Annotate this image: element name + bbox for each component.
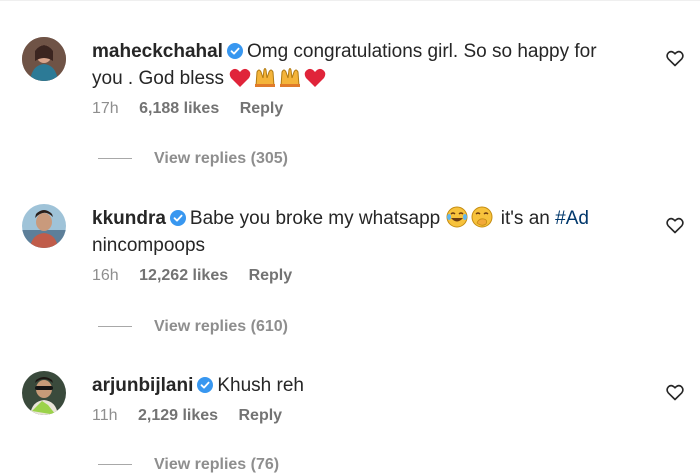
avatar-image [22,371,66,415]
comment-body-line2: nincompoops [92,235,206,256]
replies-divider-line [98,326,132,328]
reply-button[interactable]: Reply [249,267,293,284]
red-heart-icon [230,68,251,87]
verified-badge-icon [226,43,243,59]
praising-hands-icon [280,68,301,87]
avatar-image [22,37,66,81]
username[interactable]: kkundra [92,208,166,229]
comment-meta: 11h 2,129 likes Reply [92,407,640,425]
verified-badge-icon [197,377,214,393]
replies-divider-line [98,158,132,160]
comment-meta: 16h 12,262 likes Reply [92,267,640,285]
comment-body-line1-continued: it's an [500,208,550,229]
comment-text: maheckchahal Omg congratulations girl. So… [92,38,640,92]
tears-of-joy-icon [446,206,468,228]
red-heart-icon [305,68,326,87]
comment-meta: 17h 6,188 likes Reply [92,100,640,118]
comment-body-line2: you . God bless [92,68,225,89]
avatar[interactable] [22,37,66,81]
comment-time: 11h [92,407,118,424]
view-replies-label: View replies (305) [154,150,288,167]
view-replies-label: View replies (76) [154,456,280,473]
likes-count[interactable]: 2,129 likes [138,407,218,424]
smiling-hand-over-mouth-icon [471,206,493,228]
comment-text: kkundra Babe you broke my whatsapp it's a… [92,205,640,259]
praising-hands-icon [255,68,276,87]
comment-body-line1: Babe you broke my whatsapp [189,208,441,229]
hashtag-link[interactable]: #Ad [555,208,589,229]
like-heart-icon[interactable] [666,384,684,401]
avatar[interactable] [22,204,66,248]
avatar[interactable] [22,371,66,415]
view-replies-label: View replies (610) [154,318,288,335]
reply-button[interactable]: Reply [239,407,283,424]
comment-text: arjunbijlani Khush reh [92,372,640,399]
username[interactable]: arjunbijlani [92,375,193,396]
verified-badge-icon [169,210,186,226]
comment-time: 16h [92,267,119,284]
top-divider [0,0,700,1]
view-replies-button[interactable]: View replies (305) [98,150,288,168]
replies-divider-line [98,464,132,466]
comment-time: 17h [92,100,119,117]
username[interactable]: maheckchahal [92,41,223,62]
view-replies-button[interactable]: View replies (76) [98,456,279,474]
comment-body-line1: Omg congratulations girl. So so happy fo… [246,41,597,62]
likes-count[interactable]: 12,262 likes [139,267,228,284]
likes-count[interactable]: 6,188 likes [139,100,219,117]
reply-button[interactable]: Reply [240,100,284,117]
comment-body-line1: Khush reh [217,375,304,396]
avatar-image [22,204,66,248]
like-heart-icon[interactable] [666,217,684,234]
view-replies-button[interactable]: View replies (610) [98,318,288,336]
like-heart-icon[interactable] [666,50,684,67]
